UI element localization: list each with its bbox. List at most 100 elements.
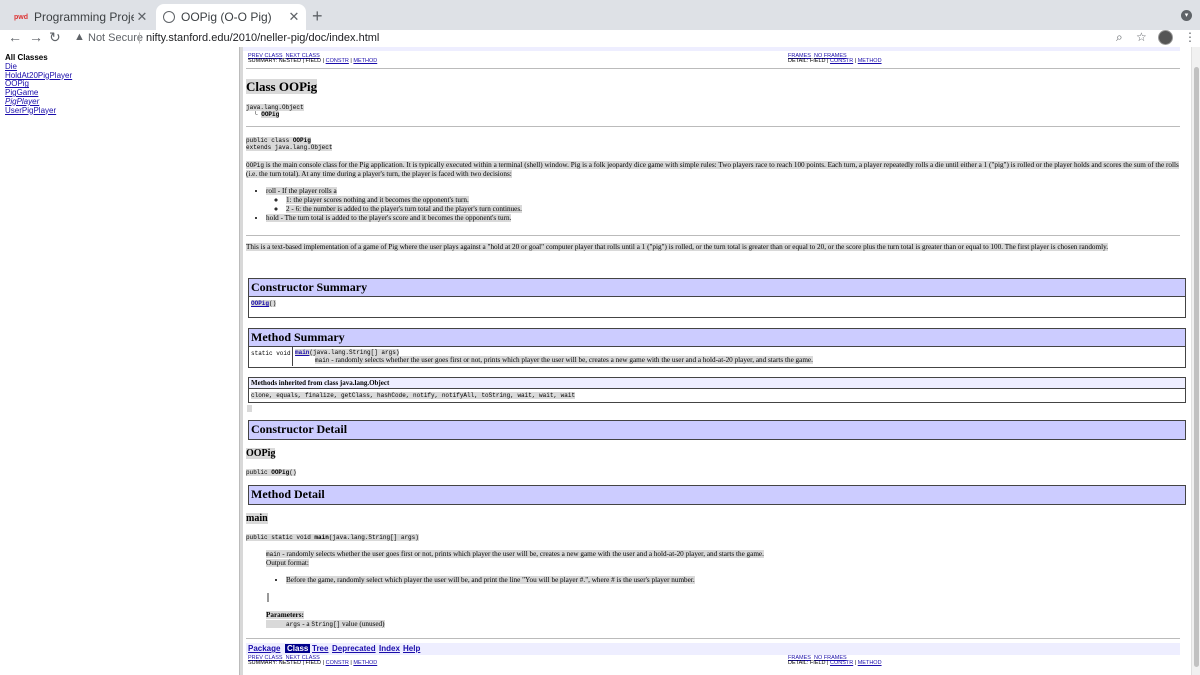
spacer-mark xyxy=(267,593,269,602)
hierarchy-parent: java.lang.Object xyxy=(246,104,304,111)
constructor-summary-heading: Constructor Summary xyxy=(249,279,1185,297)
menu-icon[interactable]: ⋮ xyxy=(1184,30,1196,44)
nav-tree-link[interactable]: Tree xyxy=(312,644,328,653)
table-row: OOPig() xyxy=(251,300,277,307)
detail-method-link[interactable]: METHOD xyxy=(858,58,882,64)
scrollbar[interactable] xyxy=(1191,47,1200,675)
detail-method-link[interactable]: METHOD xyxy=(858,660,882,666)
parameters: Parameters: args - a String[] value (unu… xyxy=(266,611,385,628)
globe-icon xyxy=(163,11,175,23)
decision-list: roll - If the player rolls a 1: the play… xyxy=(246,187,1176,223)
divider xyxy=(246,68,1180,69)
security-label[interactable]: Not Secure xyxy=(88,32,143,44)
constructor-detail-heading: Constructor Detail xyxy=(249,421,1185,439)
tab-title: Programming Project 4 xyxy=(34,10,134,24)
reload-icon[interactable]: ↻ xyxy=(49,29,61,46)
main-description: main - randomly selects whether the user… xyxy=(266,550,764,567)
bullet-roll: roll - If the player rolls a xyxy=(266,187,337,195)
divider: | xyxy=(138,30,142,44)
chevron-down-icon[interactable]: ▾ xyxy=(1181,10,1192,21)
constructor-detail-heading-box: Constructor Detail xyxy=(248,420,1186,440)
spacer-mark xyxy=(247,405,252,412)
ctor-signature: public OOPig() xyxy=(246,469,297,476)
nav-class-current: Class xyxy=(285,644,311,653)
all-classes-heading: All Classes xyxy=(5,53,48,62)
method-detail-heading: Method Detail xyxy=(249,486,1185,504)
bullet-one: 1: the player scores nothing and it beco… xyxy=(286,196,469,204)
summary-constr-link[interactable]: CONSTR xyxy=(326,58,349,64)
decl-modifier: public class xyxy=(246,137,293,144)
class-declaration: public class OOPig extends java.lang.Obj… xyxy=(246,137,333,151)
close-icon[interactable]: ✕ xyxy=(286,9,302,25)
class-doc-frame: PREV CLASS NEXT CLASS SUMMARY: NESTED | … xyxy=(243,47,1191,675)
parameters-label: Parameters: xyxy=(266,611,304,619)
browser-toolbar: ← → ↻ ▲ Not Secure | nifty.stanford.edu/… xyxy=(0,29,1200,47)
summary-constr-link[interactable]: CONSTR xyxy=(326,660,349,666)
class-list: Die HoldAt20PigPlayer OOPig PigGame PigP… xyxy=(5,62,72,116)
desc-text: is the main console class for the Pig ap… xyxy=(246,161,1179,178)
star-icon[interactable]: ☆ xyxy=(1136,30,1147,44)
output-list: Before the game, randomly select which p… xyxy=(266,576,1166,585)
tab-oopig[interactable]: OOPig (O-O Pig) ✕ xyxy=(156,4,306,30)
nav-index-link[interactable]: Index xyxy=(379,644,400,653)
method-modifier: static void xyxy=(251,350,291,357)
nav-deprecated-link[interactable]: Deprecated xyxy=(332,644,376,653)
divider xyxy=(246,126,1180,127)
implementation-description: This is a text-based implementation of a… xyxy=(246,243,1109,251)
output-format-label: Output format: xyxy=(266,559,309,567)
detail-constr-link[interactable]: CONSTR xyxy=(830,58,853,64)
decl-extends: extends java.lang.Object xyxy=(246,144,333,151)
avatar[interactable] xyxy=(1158,30,1173,45)
summary-prefix: SUMMARY: NESTED | FIELD | xyxy=(248,58,325,64)
bullet-hold: hold - The turn total is added to the pl… xyxy=(266,214,512,222)
detail-constr-link[interactable]: CONSTR xyxy=(830,660,853,666)
pipe: | xyxy=(350,58,352,64)
decl-name: OOPig xyxy=(292,137,311,144)
hierarchy-child: OOPig xyxy=(261,111,280,118)
close-icon[interactable]: ✕ xyxy=(134,9,150,25)
class-description: OOPig is the main console class for the … xyxy=(246,161,1182,179)
desc-code: OOPig xyxy=(246,162,265,169)
nav-package-link[interactable]: Package xyxy=(248,644,280,653)
detail-links-bottom: DETAIL: FIELD | CONSTR | METHOD xyxy=(788,660,882,666)
bullet-two-six: 2 - 6: the number is added to the player… xyxy=(286,205,522,213)
summary-method-link[interactable]: METHOD xyxy=(353,58,377,64)
detail-links: DETAIL: FIELD | CONSTR | METHOD xyxy=(788,58,882,65)
pipe: | xyxy=(854,58,857,64)
class-hierarchy: java.lang.Object └ OOPig xyxy=(246,104,304,118)
divider xyxy=(246,235,1180,236)
method-main-link[interactable]: main xyxy=(295,349,309,356)
inherited-heading: Methods inherited from class java.lang.O… xyxy=(249,378,1185,389)
inherited-list: clone, equals, finalize, getClass, hashC… xyxy=(251,392,576,399)
ctor-name: OOPig xyxy=(246,448,276,459)
table-row: static void main(java.lang.String[] args… xyxy=(251,347,813,366)
new-tab-icon[interactable]: + xyxy=(312,6,323,27)
method-summary-table: Method Summary static void main(java.lan… xyxy=(248,328,1186,368)
summary-links: SUMMARY: NESTED | FIELD | CONSTR | METHO… xyxy=(248,58,377,65)
zoom-icon[interactable]: ⌕ xyxy=(1116,30,1123,45)
main-signature: public static void main(java.lang.String… xyxy=(246,534,419,541)
nav-help-link[interactable]: Help xyxy=(403,644,420,653)
method-detail-heading-box: Method Detail xyxy=(248,485,1186,505)
summary-method-link[interactable]: METHOD xyxy=(353,660,377,666)
divider xyxy=(246,638,1180,639)
address-bar[interactable]: nifty.stanford.edu/2010/neller-pig/doc/i… xyxy=(146,32,379,44)
bottom-navbar: Package Class Tree Deprecated Index Help xyxy=(246,643,1180,655)
tab-title: OOPig (O-O Pig) xyxy=(181,10,272,24)
warning-icon[interactable]: ▲ xyxy=(74,31,85,43)
class-link-userpigplayer[interactable]: UserPigPlayer xyxy=(5,106,72,116)
summary-links-bottom: SUMMARY: NESTED | FIELD | CONSTR | METHO… xyxy=(248,660,378,666)
method-summary-heading: Method Summary xyxy=(249,329,1185,347)
class-title: Class OOPig xyxy=(246,79,318,94)
constructor-link[interactable]: OOPig xyxy=(251,300,269,307)
detail-prefix: DETAIL: FIELD | xyxy=(788,58,829,64)
tab-strip: pwd Programming Project 4 ✕ OOPig (O-O P… xyxy=(0,0,1200,30)
inherited-methods-table: Methods inherited from class java.lang.O… xyxy=(248,377,1186,403)
scroll-thumb[interactable] xyxy=(1194,67,1199,667)
top-navbar xyxy=(243,47,1180,51)
constructor-summary-table: Constructor Summary OOPig() xyxy=(248,278,1186,318)
forward-icon[interactable]: → xyxy=(29,29,43,45)
back-icon[interactable]: ← xyxy=(8,29,22,45)
output-bullet: Before the game, randomly select which p… xyxy=(286,576,695,584)
tab-programming-project[interactable]: pwd Programming Project 4 ✕ xyxy=(8,4,154,30)
